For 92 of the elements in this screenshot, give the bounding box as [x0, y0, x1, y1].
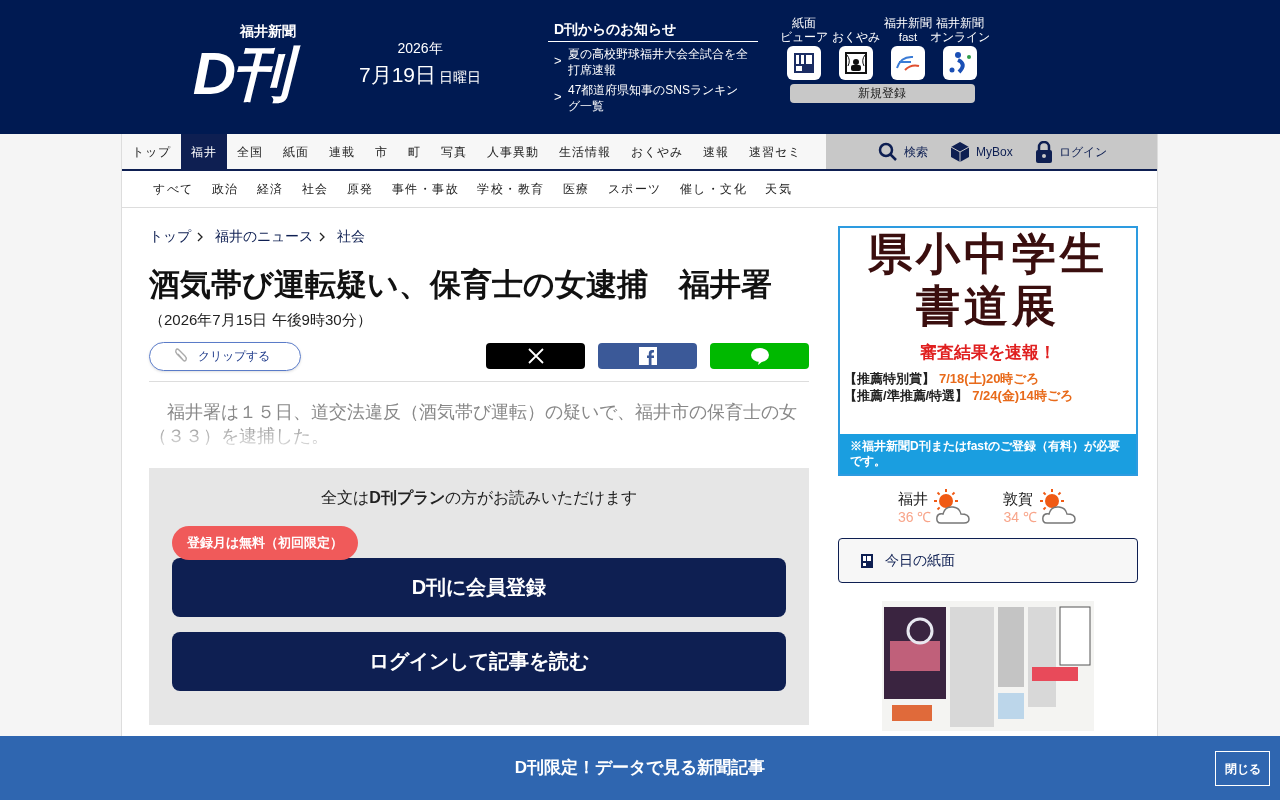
cube-icon	[950, 140, 970, 163]
free-month-badge: 登録月は無料（初回限定）	[172, 525, 358, 560]
nav-tab[interactable]: おくやみ	[621, 134, 693, 169]
facebook-share-button[interactable]	[598, 343, 697, 369]
ad-award-label: 【推薦/準推薦/特選】	[844, 386, 969, 404]
nav-tab[interactable]: 町	[398, 134, 431, 169]
subnav-link[interactable]: 事件・事故	[391, 180, 459, 198]
x-logo-icon	[527, 348, 544, 364]
ad-headline: 審査結果を速報！	[920, 342, 1056, 364]
nav-tab[interactable]: 生活情報	[549, 134, 621, 169]
subnav-link[interactable]: 政治	[211, 180, 239, 198]
ad-schedule-time: 7/18(土)20時ごろ	[939, 369, 1040, 387]
nav-tab[interactable]: 速報	[693, 134, 739, 169]
article-lead: 福井署は１５日、道交法違反（酒気帯び運転）の疑いで、福井市の保育士の女（３３）を逮捕した。	[149, 400, 798, 448]
nav-tool-link[interactable]: ログイン	[1034, 140, 1107, 163]
weather-city: 敦賀	[1003, 490, 1035, 508]
nav-tab[interactable]: 写真	[431, 134, 477, 169]
app-label: 紙面	[792, 15, 816, 30]
weather-temperature: 36 ℃	[898, 508, 932, 526]
nav-tab[interactable]: 紙面	[273, 134, 319, 169]
subnav-link[interactable]: 経済	[256, 180, 284, 198]
sun-cloud-icon	[1038, 488, 1079, 526]
newspaper-icon	[861, 553, 873, 568]
dots-logo-icon[interactable]	[943, 45, 977, 80]
speech-bubble-icon	[749, 347, 770, 365]
nav-tab[interactable]: 全国	[227, 134, 273, 169]
chevron-icon: >	[554, 81, 568, 114]
nav-tab[interactable]: 市	[365, 134, 398, 169]
advertisement-banner[interactable]: 県小中学生 書道展 審査結果を速報！ 【推薦特別賞】 7/18(土)20時ごろ 【推薦/準推薦/特選】 7/24(金)14時ごろ ※福井新聞D刊またはfastのご登録（有料）が必要です。	[838, 226, 1138, 476]
nav-tab[interactable]: 人事異動	[477, 134, 549, 169]
nav-tool-label: ログイン	[1058, 143, 1107, 161]
notices-title: D刊からのお知らせ	[548, 18, 758, 42]
subnav-link[interactable]: 学校・教育	[477, 180, 545, 198]
subnav-link[interactable]: すべて	[153, 180, 194, 198]
article-date: （2026年7月15日 午後9時30分）	[149, 310, 373, 330]
paperclip-icon	[174, 348, 188, 364]
nav-tab[interactable]: 速習セミ	[739, 134, 811, 169]
app-label: 福井新聞	[936, 15, 984, 30]
subnav-link[interactable]: スポーツ	[607, 180, 662, 198]
portrait-frame-icon[interactable]	[839, 45, 873, 80]
subnav-link[interactable]: 医療	[562, 180, 590, 198]
subnav-link[interactable]: 催し・文化	[679, 180, 747, 198]
register-button[interactable]: 新規登録	[789, 83, 975, 103]
app-label: 福井新聞	[884, 15, 932, 30]
subnav-link[interactable]: 社会	[301, 180, 329, 198]
app-label: オンライン	[930, 29, 990, 44]
facebook-logo-icon	[638, 347, 657, 365]
paywall-message: 全文はD刊プランの方がお読みいただけます	[320, 487, 638, 508]
app-label: fast	[898, 29, 918, 44]
date-weekday: 日曜日	[439, 67, 481, 87]
date-day: 7月19日	[358, 58, 436, 91]
lock-icon	[1034, 140, 1053, 163]
app-label: おくやみ	[832, 29, 880, 44]
x-share-button[interactable]	[486, 343, 585, 369]
subnav-link[interactable]: 原発	[346, 180, 374, 198]
nav-tool-label: MyBox	[976, 143, 1013, 161]
breadcrumb-link[interactable]: 社会	[337, 226, 365, 247]
weather-city: 福井	[898, 490, 929, 508]
chevron-icon: >	[554, 45, 568, 78]
breadcrumb-link[interactable]: トップ	[149, 226, 191, 247]
date-year: 2026年	[397, 38, 443, 58]
site-logo[interactable]: D刊	[188, 38, 298, 110]
nav-tab[interactable]: 福井	[181, 134, 227, 169]
article-title: 酒気帯び運転疑い、保育士の女逮捕 福井署	[149, 266, 773, 304]
newspaper-name: 福井新聞	[240, 24, 296, 38]
notice-link[interactable]: 47都道府県知事のSNSランキング一覧	[568, 81, 748, 114]
nav-tab[interactable]: トップ	[122, 134, 181, 169]
weather-temperature: 34 ℃	[1003, 508, 1037, 526]
paywall-button[interactable]: D刊に会員登録	[172, 557, 786, 617]
ad-title: 県小中学生	[868, 228, 1108, 280]
ad-title: 書道展	[916, 280, 1060, 332]
breadcrumb-link[interactable]: 福井のニュース	[215, 226, 313, 247]
line-share-button[interactable]	[710, 343, 809, 369]
nav-tab[interactable]: 連載	[319, 134, 365, 169]
chevron-icon	[197, 231, 203, 242]
nav-tool-label: 検索	[904, 143, 928, 161]
fast-logo-icon[interactable]	[891, 45, 925, 80]
subnav-link[interactable]: 天気	[765, 180, 792, 198]
ad-note: ※福井新聞D刊またはfastのご登録（有料）が必要です。	[840, 434, 1136, 474]
ad-schedule-time: 7/24(金)14時ごろ	[972, 386, 1073, 404]
close-button[interactable]: 閉じる	[1215, 751, 1270, 786]
nav-tool-link[interactable]: MyBox	[950, 140, 1013, 163]
search-icon	[878, 141, 898, 162]
nav-tool-link[interactable]: 検索	[878, 141, 928, 162]
chevron-icon	[319, 231, 325, 242]
notice-link[interactable]: 夏の高校野球福井大会全試合を全打席速報	[568, 45, 748, 78]
paywall-button[interactable]: ログインして記事を読む	[172, 631, 786, 691]
todays-paper-link[interactable]: 今日の紙面	[838, 538, 1138, 583]
app-label: ビューア	[780, 29, 828, 44]
promo-banner-text[interactable]: D刊限定！データで見る新聞記事	[514, 755, 766, 781]
ad-award-label: 【推薦特別賞】	[844, 369, 935, 387]
newspaper-icon[interactable]	[787, 45, 821, 80]
